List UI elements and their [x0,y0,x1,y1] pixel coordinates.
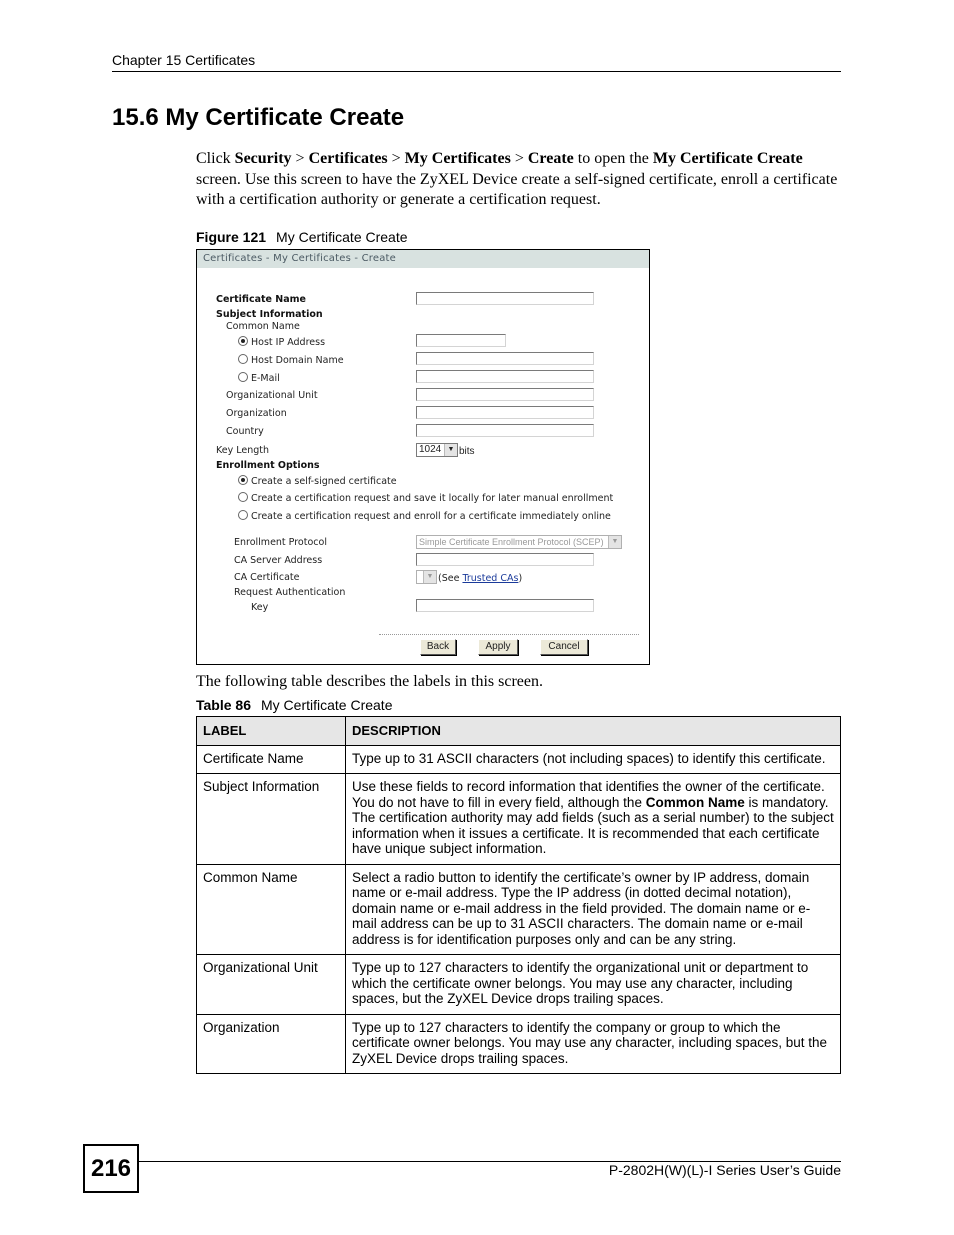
row-description: Type up to 127 characters to identify th… [345,954,841,1015]
radio-host-domain-name[interactable]: Host Domain Name [238,354,344,366]
label-description-table: LABEL DESCRIPTION Certificate Name Type … [196,716,841,1074]
figure-number: Figure 121 [196,229,267,245]
table-caption: Table 86 My Certificate Create [196,697,392,713]
apply-button[interactable]: Apply [478,639,518,655]
back-button[interactable]: Back [420,639,456,655]
table-row: Subject Information Use these fields to … [196,773,841,865]
row-label: Organization [196,1013,346,1074]
request-authentication-label: Request Authentication [234,587,346,598]
chevron-down-icon[interactable]: ▼ [608,536,621,548]
key-input[interactable] [416,599,594,612]
common-name-label: Common Name [226,321,300,332]
trusted-cas-link[interactable]: Trusted CAs [462,573,518,584]
certificate-name-input[interactable] [416,292,594,305]
row-label: Organizational Unit [196,954,346,1015]
organizational-unit-input[interactable] [416,388,594,401]
column-header-description: DESCRIPTION [345,716,841,746]
radio-unselected-icon[interactable] [238,492,248,502]
row-description: Type up to 31 ASCII characters (not incl… [345,744,841,774]
organization-label: Organization [226,408,287,419]
radio-request-save-locally[interactable]: Create a certification request and save … [238,492,613,504]
menu-path-my-certificates: My Certificates [404,150,511,167]
table-header-row: LABEL DESCRIPTION [196,716,841,746]
chevron-down-icon[interactable]: ▼ [423,571,436,583]
guide-title: P-2802H(W)(L)-I Series User’s Guide [608,1162,841,1178]
chapter-header: Chapter 15 Certificates [112,52,256,68]
see-trusted-cas-note: (See Trusted CAs) [438,573,523,584]
key-length-label: Key Length [216,445,270,456]
enrollment-options-label: Enrollment Options [216,460,320,471]
table-row: Certificate Name Type up to 31 ASCII cha… [196,744,841,774]
country-label: Country [226,426,264,437]
row-label: Certificate Name [196,744,346,774]
table-number: Table 86 [196,697,251,713]
row-label: Subject Information [196,773,346,865]
organizational-unit-label: Organizational Unit [226,390,318,401]
menu-path-certificates: Certificates [308,150,388,167]
radio-email[interactable]: E-Mail [238,372,280,384]
host-domain-name-input[interactable] [416,352,594,365]
radio-unselected-icon[interactable] [238,510,248,520]
section-title: 15.6 My Certificate Create [112,104,405,131]
certificate-name-label: Certificate Name [216,294,306,305]
menu-path-security: Security [234,150,292,167]
ca-server-address-input[interactable] [416,553,594,566]
row-label: Common Name [196,863,346,955]
menu-path-create: Create [527,150,574,167]
ca-server-address-label: CA Server Address [234,555,323,566]
table-row: Common Name Select a radio button to ide… [196,863,841,955]
row-description: Select a radio button to identify the ce… [345,863,841,955]
key-label: Key [251,602,269,613]
host-ip-address-input[interactable] [416,334,506,347]
country-input[interactable] [416,424,594,437]
screen-name: My Certificate Create [652,150,803,167]
radio-selected-icon[interactable] [238,336,248,346]
radio-unselected-icon[interactable] [238,354,248,364]
enrollment-protocol-select[interactable]: Simple Certificate Enrollment Protocol (… [416,535,622,549]
page-number: 216 [83,1144,139,1193]
figure-caption: Figure 121 My Certificate Create [196,229,408,245]
figure-title: My Certificate Create [276,229,408,245]
key-length-select[interactable]: 1024 ▼ [416,443,458,457]
row-description: Type up to 127 characters to identify th… [345,1013,841,1074]
table-row: Organization Type up to 127 characters t… [196,1013,841,1074]
radio-self-signed[interactable]: Create a self-signed certificate [238,475,397,487]
radio-unselected-icon[interactable] [238,372,248,382]
organization-input[interactable] [416,406,594,419]
column-header-label: LABEL [196,716,346,746]
header-divider [112,71,841,72]
radio-host-ip-address[interactable]: Host IP Address [238,336,325,348]
ca-certificate-select[interactable]: ▼ [416,570,437,584]
enrollment-protocol-label: Enrollment Protocol [234,537,327,548]
screen-title-bar: Certificates - My Certificates - Create [197,250,649,268]
table-title: My Certificate Create [261,697,393,713]
radio-request-enroll-online[interactable]: Create a certification request and enrol… [238,510,611,522]
email-input[interactable] [416,370,594,383]
figure-screenshot: Certificates - My Certificates - Create … [196,249,650,665]
chevron-down-icon[interactable]: ▼ [444,444,457,456]
radio-selected-icon[interactable] [238,475,248,485]
ca-certificate-label: CA Certificate [234,572,300,583]
table-intro-text: The following table describes the labels… [196,673,544,690]
subject-information-label: Subject Information [216,309,323,320]
table-row: Organizational Unit Type up to 127 chara… [196,954,841,1015]
cancel-button[interactable]: Cancel [540,639,588,655]
intro-paragraph: Click Security > Certificates > My Certi… [196,150,838,208]
button-divider [379,634,639,635]
row-description: Use these fields to record information t… [345,773,841,865]
key-length-unit: bits [459,446,475,457]
